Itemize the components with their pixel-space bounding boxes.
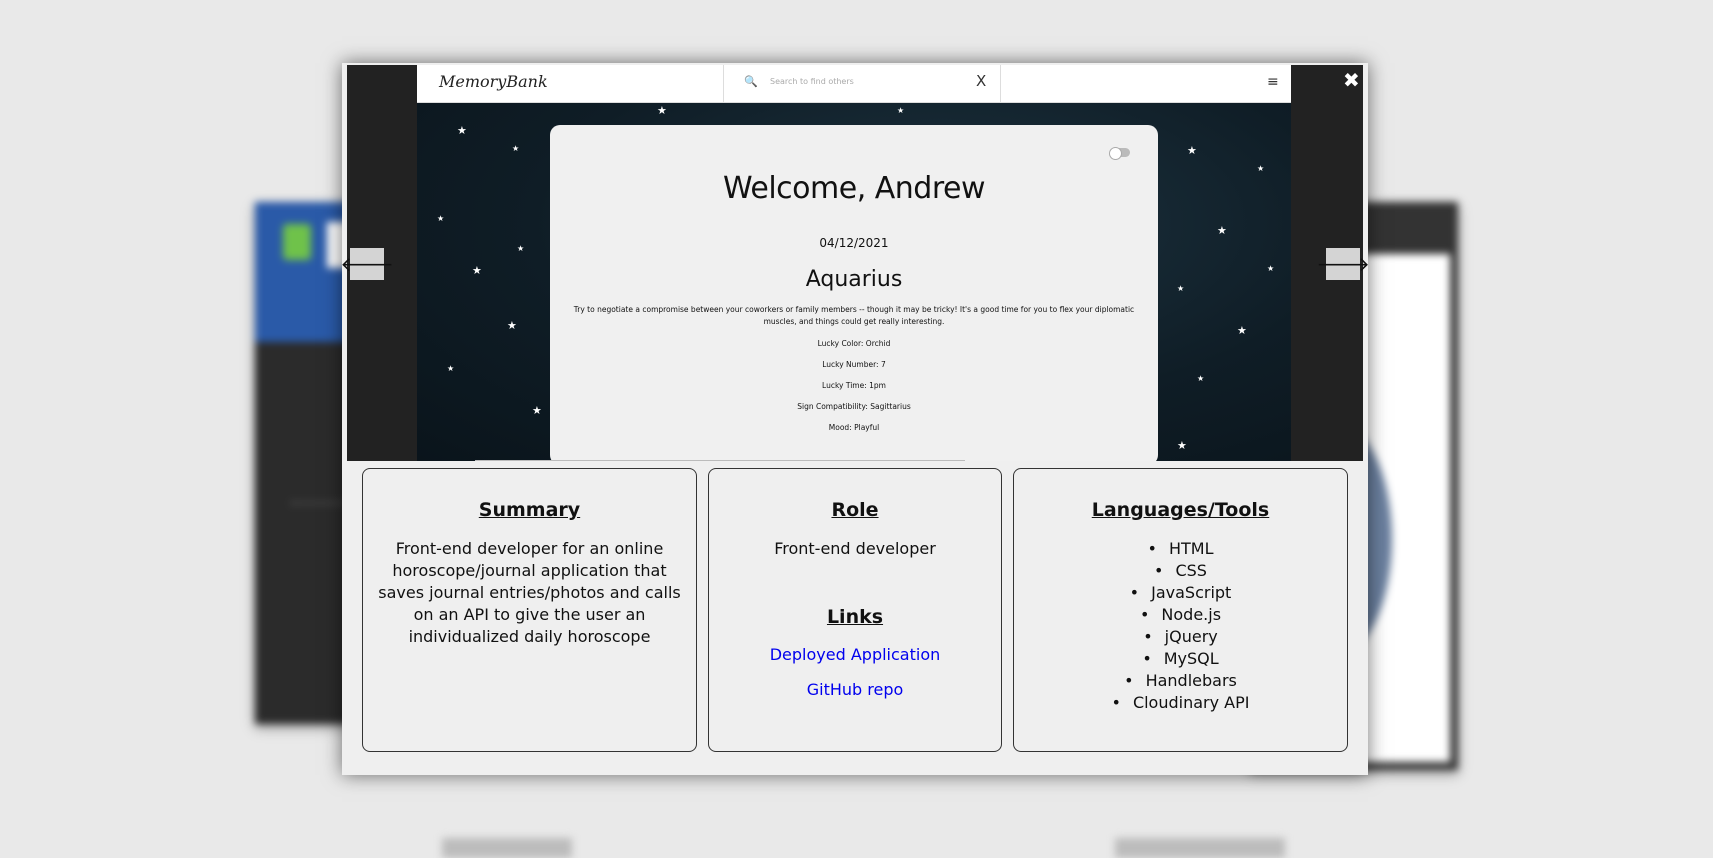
welcome-heading: Welcome, Andrew: [722, 171, 986, 206]
summary-card: Summary Front-end developer for an onlin…: [362, 468, 697, 752]
tool-item: CSS: [1014, 560, 1347, 582]
tool-item: Node.js: [1014, 604, 1347, 626]
star-icon: ★: [1177, 284, 1185, 293]
horoscope-detail: Sign Compatibility: Sagittarius: [797, 402, 911, 411]
tools-list: HTML CSS JavaScript Node.js jQuery MySQL…: [1014, 538, 1347, 714]
screenshot-navbar: MemoryBank 🔍 Search to find others X ≡: [417, 65, 1291, 103]
project-screenshot: MemoryBank 🔍 Search to find others X ≡ ★…: [417, 65, 1291, 461]
arrow-right-icon: 🡒: [1316, 252, 1370, 276]
role-card: Role Front-end developer Links Deployed …: [708, 468, 1002, 752]
close-modal-button[interactable]: ✖: [1343, 70, 1360, 90]
star-icon: ★: [472, 264, 482, 277]
horoscope-detail: Mood: Playful: [828, 423, 880, 432]
star-icon: ★: [1217, 224, 1227, 237]
theme-toggle: [1109, 147, 1130, 160]
project-modal: MemoryBank 🔍 Search to find others X ≡ ★…: [340, 63, 1370, 775]
star-icon: ★: [532, 404, 542, 417]
horoscope-reading: Try to negotiate a compromise between yo…: [573, 305, 1135, 326]
horoscope-date: 04/12/2021: [819, 236, 889, 250]
deployed-application-link[interactable]: Deployed Application: [709, 645, 1001, 664]
image-viewer: MemoryBank 🔍 Search to find others X ≡ ★…: [340, 65, 1370, 461]
summary-text: Front-end developer for an online horosc…: [378, 539, 681, 646]
star-icon: ★: [657, 104, 667, 117]
tools-heading: Languages/Tools: [1091, 499, 1270, 521]
star-icon: ★: [1177, 439, 1187, 452]
tool-item: Handlebars: [1014, 670, 1347, 692]
links-heading: Links: [826, 606, 884, 628]
background-title-right: [1115, 838, 1285, 858]
tools-card: Languages/Tools HTML CSS JavaScript Node…: [1013, 468, 1348, 752]
star-icon: ★: [512, 144, 520, 153]
star-icon: ★: [1197, 374, 1205, 383]
summary-heading: Summary: [478, 499, 581, 521]
divider: [475, 460, 965, 461]
tool-item: jQuery: [1014, 626, 1347, 648]
arrow-left-icon: 🡐: [340, 252, 394, 276]
horoscope-detail: Lucky Color: Orchid: [817, 339, 891, 348]
tool-item: HTML: [1014, 538, 1347, 560]
background-title-left: [442, 838, 572, 858]
tool-item: Cloudinary API: [1014, 692, 1347, 714]
star-icon: ★: [1187, 144, 1197, 157]
horoscope-panel: Welcome, Andrew 04/12/2021 Aquarius Try …: [550, 125, 1158, 461]
zodiac-sign: Aquarius: [805, 267, 903, 292]
tool-item: MySQL: [1014, 648, 1347, 670]
next-image-button[interactable]: 🡒: [1316, 248, 1370, 280]
tool-item: JavaScript: [1014, 582, 1347, 604]
screenshot-search-box: 🔍 Search to find others X: [723, 65, 1001, 102]
github-repo-link[interactable]: GitHub repo: [709, 680, 1001, 699]
screenshot-brand: MemoryBank: [439, 72, 548, 91]
star-icon: ★: [1267, 264, 1275, 273]
star-icon: ★: [1257, 164, 1265, 173]
star-icon: ★: [517, 244, 525, 253]
previous-image-button[interactable]: 🡐: [340, 248, 394, 280]
star-icon: ★: [897, 106, 905, 115]
star-icon: ★: [507, 319, 517, 332]
star-icon: ★: [457, 124, 467, 137]
role-heading: Role: [831, 499, 879, 521]
clear-search-icon: X: [976, 72, 987, 90]
star-icon: ★: [447, 364, 455, 373]
menu-icon: ≡: [1267, 74, 1279, 90]
star-icon: ★: [1237, 324, 1247, 337]
role-text: Front-end developer: [774, 539, 936, 558]
star-icon: ★: [437, 214, 445, 223]
horoscope-detail: Lucky Time: 1pm: [822, 381, 886, 390]
search-icon: 🔍: [744, 75, 758, 88]
screenshot-search-placeholder: Search to find others: [770, 77, 854, 86]
horoscope-detail: Lucky Number: 7: [822, 360, 886, 369]
